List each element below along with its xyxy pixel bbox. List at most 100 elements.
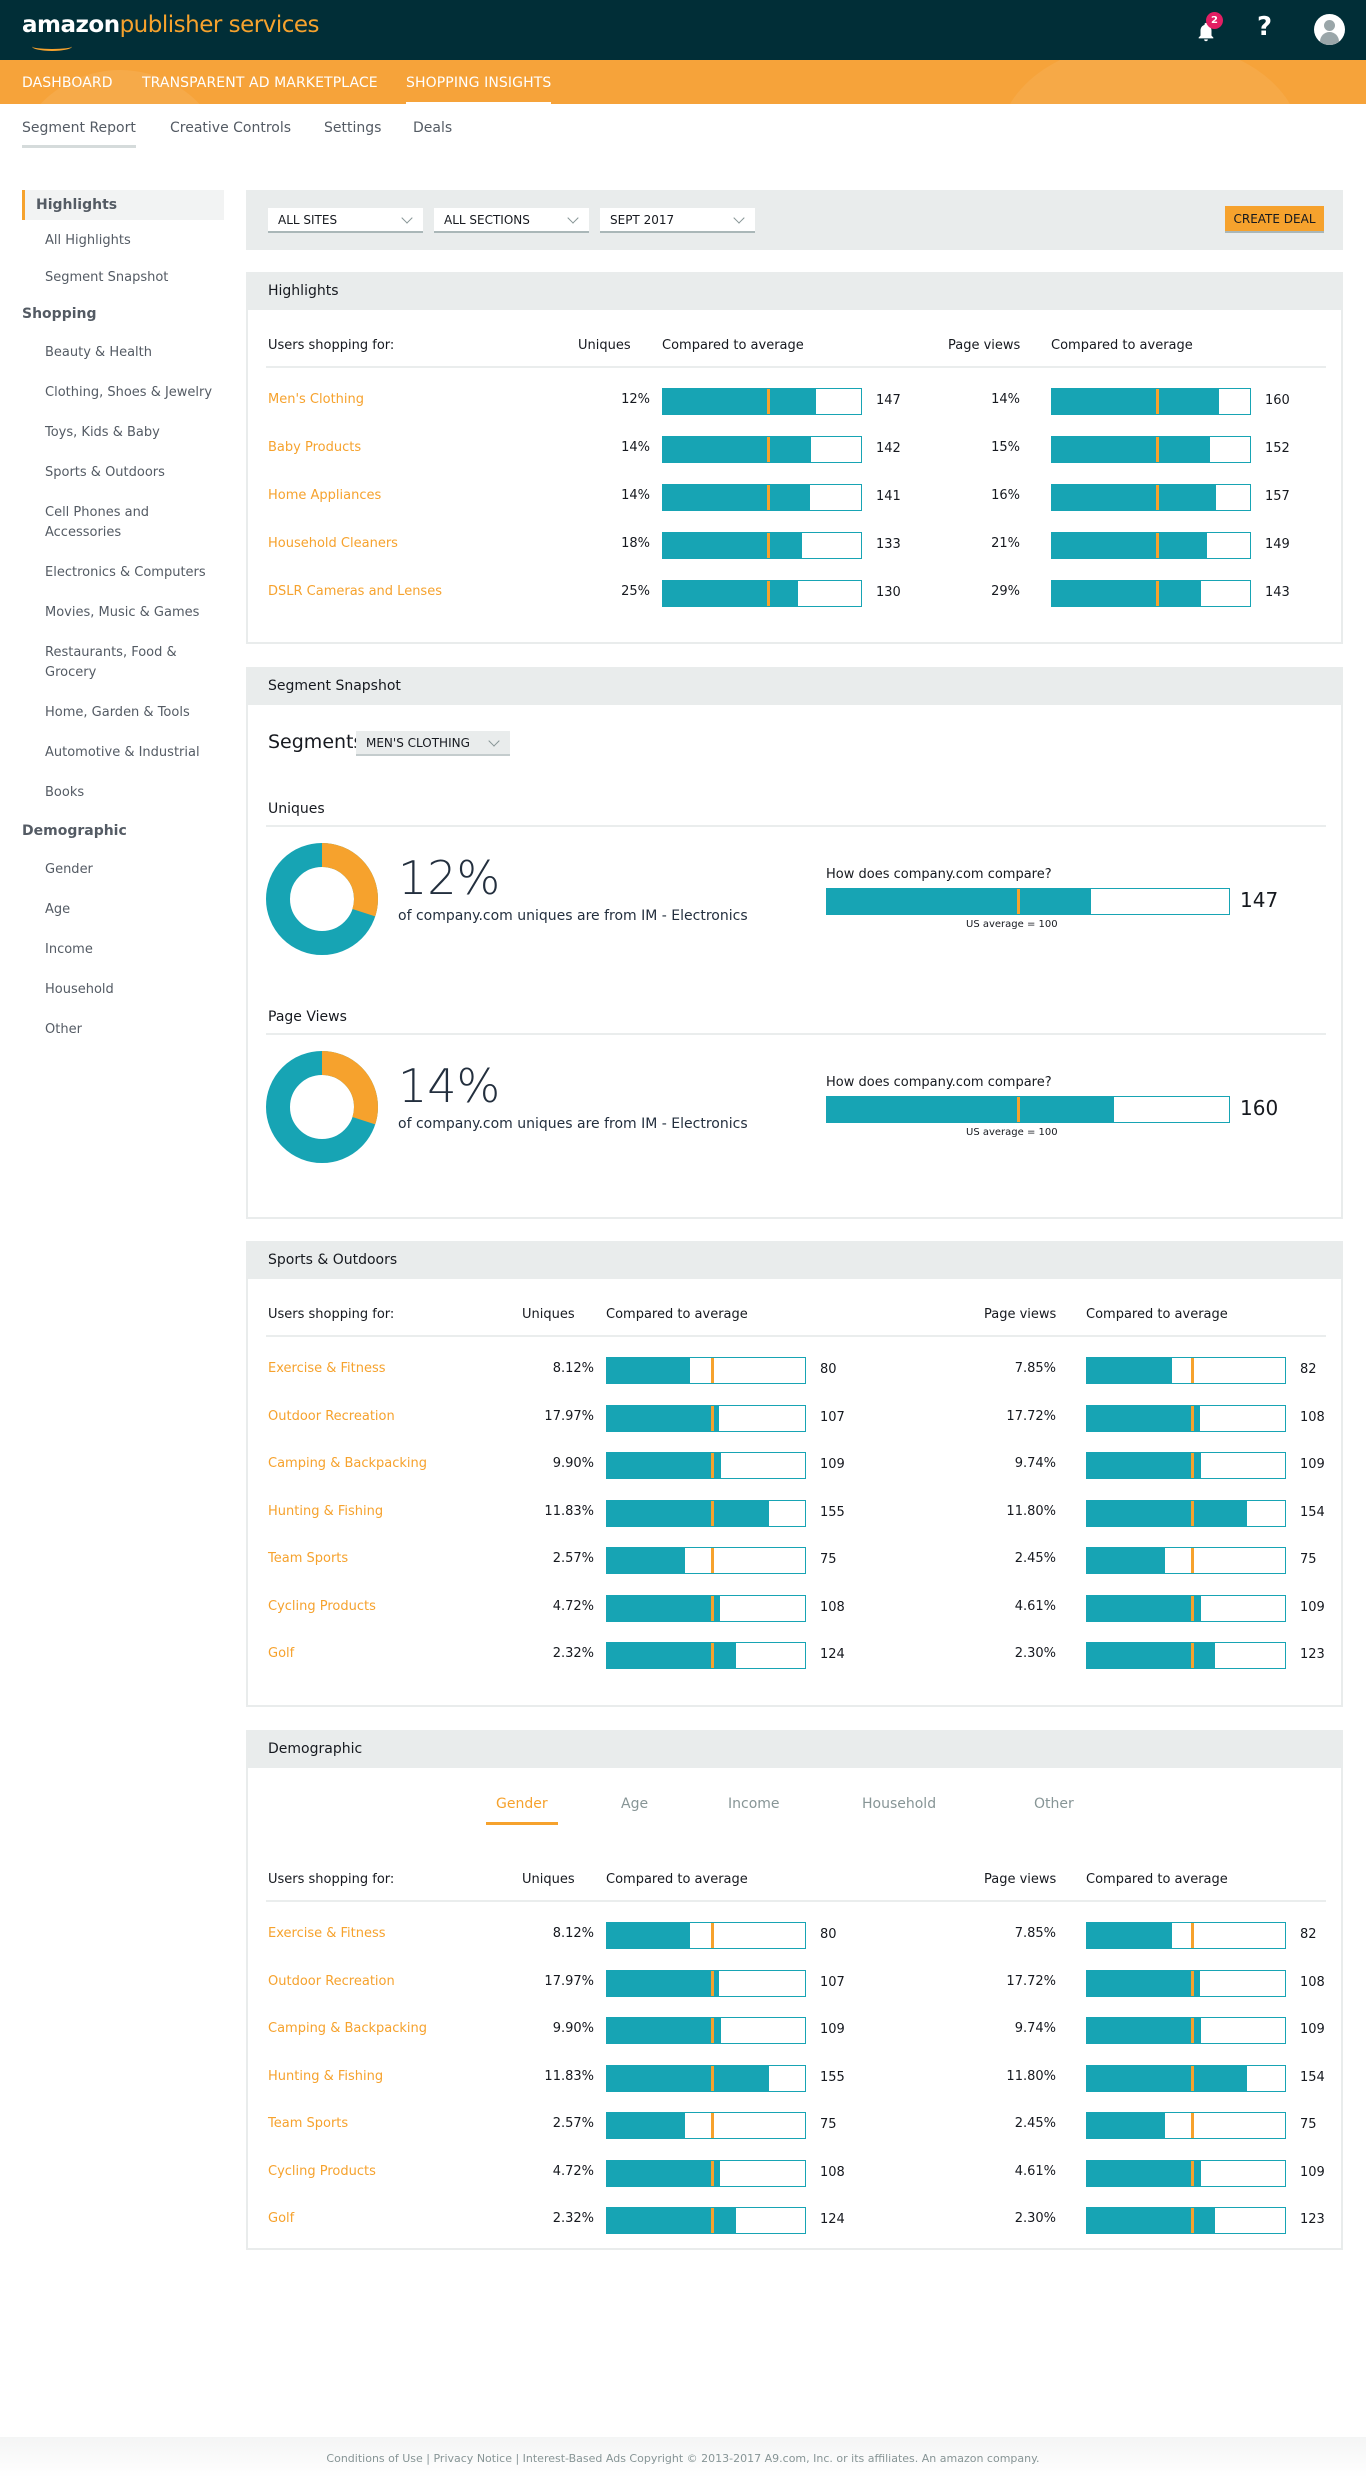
- row-uniques: 14%: [621, 440, 650, 455]
- comparison-bar: [1051, 388, 1251, 415]
- sidebar-item-restaurants[interactable]: Restaurants, Food & Grocery: [45, 643, 190, 683]
- nav-dashboard[interactable]: DASHBOARD: [22, 75, 113, 91]
- sections-select[interactable]: ALL SECTIONS: [434, 208, 589, 233]
- average-marker: [1191, 2113, 1195, 2138]
- sidebar-item-cell-phones[interactable]: Cell Phones and Accessories: [45, 503, 175, 543]
- comparison-bar: [1086, 1969, 1286, 1997]
- row-category-link[interactable]: Household Cleaners: [268, 536, 398, 551]
- comparison-bar: [1086, 1404, 1286, 1432]
- sidebar-item-age[interactable]: Age: [45, 900, 220, 920]
- compare-question: How does company.com compare?: [826, 867, 1052, 882]
- row-page-views: 2.45%: [1014, 2116, 1056, 2131]
- sidebar-item-books[interactable]: Books: [45, 783, 220, 803]
- row-category-link[interactable]: Golf: [268, 1646, 294, 1661]
- row-category-link[interactable]: Cycling Products: [268, 2164, 376, 2179]
- row-page-views: 4.61%: [1014, 1598, 1056, 1614]
- sidebar-item-electronics[interactable]: Electronics & Computers: [45, 563, 220, 583]
- sidebar-heading-demographic[interactable]: Demographic: [22, 823, 127, 839]
- snapshot-comparison-bar: [826, 1096, 1230, 1123]
- sidebar-item-clothing[interactable]: Clothing, Shoes & Jewelry: [45, 383, 220, 403]
- panel-title: Highlights: [248, 274, 1341, 310]
- bar-fill: [1052, 389, 1219, 414]
- row-category-link[interactable]: Hunting & Fishing: [268, 1504, 383, 1519]
- sidebar-item-toys[interactable]: Toys, Kids & Baby: [45, 423, 220, 443]
- row-category-link[interactable]: Baby Products: [268, 440, 361, 455]
- tab-other[interactable]: Other: [1034, 1796, 1074, 1812]
- row-pv-index: 75: [1300, 2117, 1317, 2132]
- row-category-link[interactable]: Hunting & Fishing: [268, 2069, 383, 2084]
- subnav-deals[interactable]: Deals: [413, 120, 452, 136]
- tab-household[interactable]: Household: [862, 1796, 936, 1812]
- row-category-link[interactable]: Outdoor Recreation: [268, 1974, 395, 1989]
- subnav-settings[interactable]: Settings: [324, 120, 381, 136]
- bar-fill: [607, 1923, 691, 1948]
- chevron-down-icon: [488, 735, 500, 747]
- user-avatar-button[interactable]: [1314, 14, 1345, 45]
- average-marker: [711, 2208, 715, 2233]
- comparison-bar: [662, 580, 862, 607]
- average-marker: [1191, 1595, 1195, 1621]
- average-marker: [1191, 1453, 1195, 1478]
- tab-gender[interactable]: Gender: [486, 1796, 558, 1825]
- bar-fill: [1052, 437, 1211, 462]
- row-uniques: 9.90%: [552, 2021, 594, 2036]
- average-marker: [711, 1405, 715, 1431]
- average-marker: [1191, 2065, 1195, 2091]
- row-category-link[interactable]: Exercise & Fitness: [268, 1361, 386, 1376]
- average-marker: [767, 485, 771, 510]
- tab-income[interactable]: Income: [728, 1796, 780, 1812]
- subnav-segment-report[interactable]: Segment Report: [22, 120, 136, 148]
- row-uniques: 2.57%: [552, 1551, 594, 1566]
- row-uniques-index: 108: [820, 1599, 845, 1615]
- nav-shopping-insights[interactable]: SHOPPING INSIGHTS: [406, 75, 552, 104]
- sidebar-item-movies[interactable]: Movies, Music & Games: [45, 603, 220, 623]
- segment-select[interactable]: MEN'S CLOTHING: [356, 731, 510, 756]
- sidebar-item-income[interactable]: Income: [45, 940, 220, 960]
- sidebar-item-segment-snapshot[interactable]: Segment Snapshot: [45, 268, 220, 288]
- segment-snapshot-panel: Segment Snapshot Segments MEN'S CLOTHING…: [246, 667, 1343, 1219]
- row-category-link[interactable]: Men's Clothing: [268, 392, 364, 407]
- row-pv-index: 123: [1300, 2212, 1325, 2227]
- row-uniques-index: 75: [820, 2117, 837, 2132]
- bar-fill: [1087, 1970, 1200, 1996]
- row-category-link[interactable]: Team Sports: [268, 2116, 348, 2131]
- average-marker: [1191, 2208, 1195, 2233]
- row-category-link[interactable]: Camping & Backpacking: [268, 2021, 427, 2036]
- subnav-creative-controls[interactable]: Creative Controls: [170, 120, 291, 136]
- sidebar-item-home-garden[interactable]: Home, Garden & Tools: [45, 703, 220, 723]
- row-uniques: 8.12%: [552, 1926, 594, 1941]
- nav-transparent-ad-marketplace[interactable]: TRANSPARENT AD MARKETPLACE: [142, 75, 378, 91]
- tab-age[interactable]: Age: [621, 1796, 648, 1812]
- sidebar-item-all-highlights[interactable]: All Highlights: [45, 231, 220, 251]
- row-category-link[interactable]: DSLR Cameras and Lenses: [268, 584, 442, 599]
- row-category-link[interactable]: Cycling Products: [268, 1599, 376, 1614]
- row-uniques: 8.12%: [552, 1361, 594, 1376]
- row-category-link[interactable]: Home Appliances: [268, 488, 381, 503]
- sidebar-item-other[interactable]: Other: [45, 1020, 220, 1040]
- col-compared-pv: Compared to average: [1086, 1307, 1228, 1322]
- comparison-bar: [1051, 484, 1251, 511]
- row-category-link[interactable]: Golf: [268, 2211, 294, 2226]
- bar-fill: [607, 2208, 737, 2233]
- sidebar-heading-shopping[interactable]: Shopping: [22, 306, 97, 322]
- average-marker: [711, 1970, 715, 1996]
- row-uniques-index: 124: [820, 1647, 845, 1662]
- row-category-link[interactable]: Team Sports: [268, 1551, 348, 1566]
- period-select[interactable]: SEPT 2017: [600, 208, 755, 233]
- sidebar-item-gender[interactable]: Gender: [45, 860, 220, 880]
- sidebar-item-household[interactable]: Household: [45, 980, 220, 1000]
- row-page-views: 9.74%: [1014, 2021, 1056, 2036]
- create-deal-button[interactable]: CREATE DEAL: [1225, 206, 1324, 233]
- amazon-publisher-services-logo[interactable]: amazonpublisher services: [22, 12, 319, 51]
- chevron-down-icon: [401, 212, 413, 224]
- sidebar-item-automotive[interactable]: Automotive & Industrial: [45, 743, 220, 763]
- sidebar-item-sports[interactable]: Sports & Outdoors: [45, 463, 220, 483]
- help-icon[interactable]: ?: [1257, 12, 1272, 42]
- sidebar-item-beauty-health[interactable]: Beauty & Health: [45, 343, 220, 363]
- sites-select[interactable]: ALL SITES: [268, 208, 423, 233]
- row-category-link[interactable]: Exercise & Fitness: [268, 1926, 386, 1941]
- sidebar-heading-highlights[interactable]: Highlights: [22, 190, 224, 220]
- row-category-link[interactable]: Outdoor Recreation: [268, 1409, 395, 1424]
- row-category-link[interactable]: Camping & Backpacking: [268, 1456, 427, 1471]
- average-marker: [1191, 1500, 1195, 1526]
